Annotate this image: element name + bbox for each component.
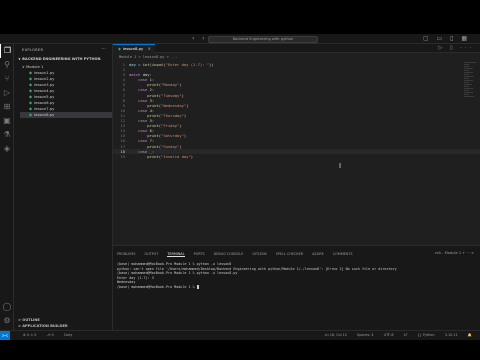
- file-name: lesson4.py: [34, 88, 55, 93]
- file-name: lesson3.py: [34, 82, 55, 87]
- python-version[interactable]: 3.10.11: [445, 333, 458, 337]
- notifications-bell-icon[interactable]: 🔔: [468, 333, 472, 337]
- activity-bar: ❐ ⚲ ⑂ ▷ ⊞ ▣ ⚗ ◈ ◯ ⚙: [0, 44, 14, 330]
- outline-label: OUTLINE: [22, 318, 40, 322]
- explorer-title: EXPLORER: [22, 48, 44, 52]
- ports-status[interactable]: ⎇ 0: [47, 333, 54, 337]
- project-name: BACKEND ENGINEERING WITH PYTHON: [22, 57, 101, 61]
- app-builder-label: APPLICATION BUILDER: [22, 324, 68, 328]
- code-line[interactable]: 19 print("Invalid day"): [113, 154, 480, 159]
- panel-tab-debug-console[interactable]: DEBUG CONSOLE: [214, 252, 244, 256]
- panel-tab-terminal[interactable]: TERMINAL: [167, 252, 185, 257]
- cursor-position[interactable]: Ln 18, Col 12: [325, 333, 347, 337]
- file-name: lesson6.py: [34, 100, 55, 105]
- nav-arrows[interactable]: ‹ ›: [192, 35, 208, 42]
- cody-status[interactable]: Cody: [64, 333, 73, 337]
- file-name: lesson1.py: [34, 70, 55, 75]
- terminal-text: (base) mohammed@MacBook-Pro Module 1 % p…: [117, 262, 232, 266]
- bottom-panel: PROBLEMS OUTPUT TERMINAL PORTS DEBUG CONSOLE…: [113, 245, 480, 330]
- editor-tabs: ◆ lesson8.py × ▷ ▯ ···: [113, 44, 480, 53]
- minimap[interactable]: [464, 62, 480, 122]
- panel-tabs: PROBLEMS OUTPUT TERMINAL PORTS DEBUG CONSOLE…: [117, 252, 362, 257]
- editor-actions-icons[interactable]: ▷ ▯ ···: [438, 45, 474, 51]
- panel-tab-ports[interactable]: PORTS: [194, 252, 205, 256]
- panel-tab-gitlens[interactable]: GITLENS: [252, 252, 266, 256]
- terminal-output[interactable]: (base) mohammed@MacBook-Pro Module 1 % p…: [117, 262, 475, 290]
- tab-lesson8[interactable]: ◆ lesson8.py ×: [113, 44, 155, 53]
- folder-name: Module 1: [26, 64, 44, 69]
- settings-gear-icon[interactable]: ⚙: [0, 314, 14, 328]
- mouse-cursor-icon: I: [339, 162, 342, 170]
- panel-tab-comments[interactable]: COMMENTS: [333, 252, 353, 256]
- terminal-actions[interactable]: zsh - Module 1 + ··· ×: [435, 251, 474, 255]
- command-center-search[interactable]: Backend Engineering with python: [208, 36, 318, 43]
- terminal-text: Enter day (1-7): 3: [117, 275, 154, 280]
- python-file-icon: ◆: [29, 82, 33, 87]
- terminal-cursor: [196, 284, 199, 289]
- search-icon[interactable]: ⚲: [0, 58, 14, 72]
- file-name: lesson7.py: [34, 106, 55, 111]
- tab-label: lesson8.py: [122, 46, 144, 51]
- docker-icon[interactable]: ◈: [0, 142, 14, 156]
- account-icon[interactable]: ◯: [0, 300, 14, 314]
- python-file-icon: ◆: [29, 112, 33, 117]
- breadcrumb[interactable]: Module 1 > lesson8.py > ...: [119, 55, 177, 59]
- testing-icon[interactable]: ⚗: [0, 128, 14, 142]
- project-folder[interactable]: ∨ BACKEND ENGINEERING WITH PYTHON: [18, 57, 101, 61]
- problems-status[interactable]: ⊗ 0 ⚠ 0: [23, 333, 36, 337]
- terminal-text: Wednesday: [117, 280, 136, 285]
- source-control-icon[interactable]: ⑂: [0, 72, 14, 86]
- python-file-icon: ◆: [29, 76, 33, 81]
- explorer-icon[interactable]: ❐: [0, 44, 14, 58]
- terminal-text: python: can't open file '/Users/mohammed…: [117, 266, 397, 271]
- line-ending[interactable]: LF: [404, 333, 408, 337]
- outline-section[interactable]: > OUTLINE: [18, 318, 40, 322]
- terminal-text: (base) mohammed@MacBook-Pro Module 1 %: [117, 284, 197, 289]
- panel-tab-spell-checker[interactable]: SPELL CHECKER: [276, 252, 303, 256]
- file-name: lesson8.py: [34, 112, 55, 117]
- more-actions-icon[interactable]: ···: [101, 46, 106, 52]
- python-file-icon: ◆: [29, 70, 33, 75]
- explorer-sidebar: EXPLORER ··· ∨ BACKEND ENGINEERING WITH …: [14, 44, 113, 330]
- file-name: lesson5.py: [34, 94, 55, 99]
- python-file-icon: ◆: [29, 94, 33, 99]
- panel-tab-problems[interactable]: PROBLEMS: [117, 252, 136, 256]
- terminal-line: (base) mohammed@MacBook-Pro Module 1 %: [117, 284, 475, 290]
- run-debug-icon[interactable]: ▷: [0, 86, 14, 100]
- language-mode[interactable]: {} Python: [418, 333, 435, 337]
- letterbox-bottom: [0, 340, 480, 360]
- terminal-text: (base) mohammed@MacBook-Pro Module 1 % p…: [117, 271, 238, 276]
- layout-icons[interactable]: ▢ ▭ ▯ ▦: [423, 35, 470, 42]
- remote-indicator[interactable]: ><: [0, 331, 10, 340]
- code-text: print("Invalid day"): [147, 153, 194, 159]
- file-item-selected[interactable]: ◆ lesson8.py: [20, 112, 112, 118]
- python-file-icon: ◆: [29, 88, 33, 93]
- status-left: ⊗ 0 ⚠ 0 ⎇ 0 Cody: [14, 331, 72, 340]
- editor-area: ◆ lesson8.py × ▷ ▯ ··· Module 1 > lesson8…: [113, 44, 480, 245]
- close-icon[interactable]: ×: [148, 45, 151, 53]
- python-file-icon: ◆: [29, 100, 33, 105]
- python-file-icon: ◆: [118, 46, 121, 51]
- line-number: 19: [120, 153, 125, 159]
- command-center-label: Backend Engineering with python: [232, 37, 294, 41]
- app-builder-section[interactable]: > APPLICATION BUILDER: [18, 324, 68, 328]
- panel-tab-azure[interactable]: AZURE: [312, 252, 324, 256]
- vscode-window: ‹ › Backend Engineering with python ▢ ▭ …: [0, 34, 480, 340]
- title-bar: ‹ › Backend Engineering with python ▢ ▭ …: [0, 34, 480, 44]
- python-file-icon: ◆: [29, 106, 33, 111]
- remote-explorer-icon[interactable]: ▣: [0, 114, 14, 128]
- letterbox-top: [0, 0, 480, 34]
- module-folder[interactable]: ∨ Module 1: [22, 64, 43, 69]
- status-bar: >< ⊗ 0 ⚠ 0 ⎇ 0 Cody Ln 18, Col 12 Spaces…: [0, 330, 480, 340]
- file-name: lesson2.py: [34, 76, 55, 81]
- indentation[interactable]: Spaces: 4: [357, 333, 373, 337]
- code-lines[interactable]: 1 day = int(input("Enter day (1-7): ")) 2 3…: [113, 62, 480, 159]
- panel-tab-output[interactable]: OUTPUT: [145, 252, 159, 256]
- extensions-icon[interactable]: ⊞: [0, 100, 14, 114]
- encoding[interactable]: UTF-8: [384, 333, 394, 337]
- status-right: Ln 18, Col 12 Spaces: 4 UTF-8 LF {} Pyth…: [316, 331, 472, 340]
